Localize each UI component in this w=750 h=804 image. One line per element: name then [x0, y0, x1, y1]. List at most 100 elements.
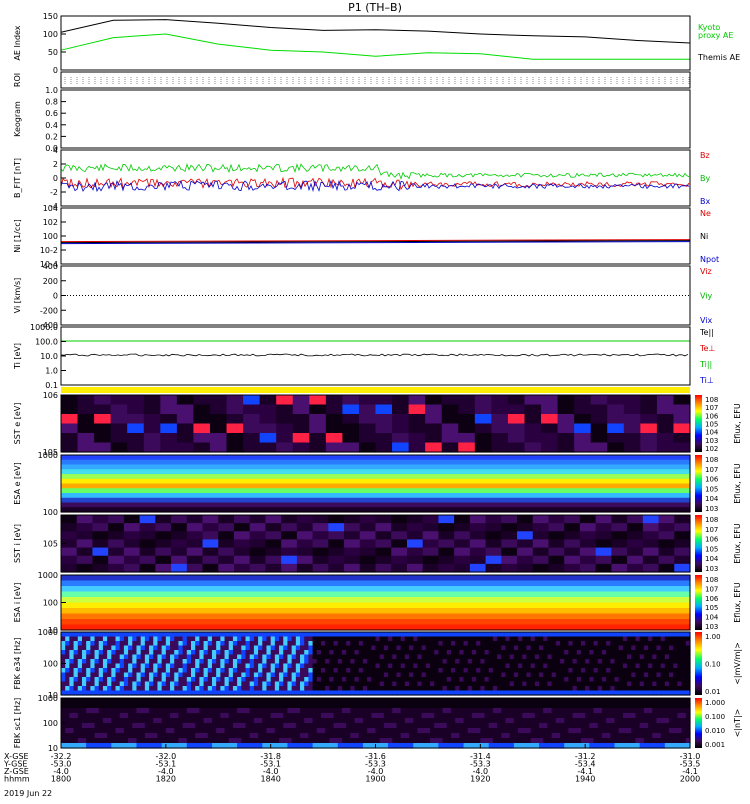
spectrogram-cell-fbk_e	[279, 659, 284, 665]
spectrogram-cell-fbk_b	[115, 718, 121, 724]
ti-te-line	[60, 353, 689, 357]
spectrogram-cell-fbk_b	[648, 713, 653, 719]
spectrogram-cell-fbk_e	[161, 654, 167, 660]
spectrogram-cell-fbk_e	[560, 641, 565, 647]
spectrogram-cell-sst_i	[595, 547, 612, 557]
spectrogram-cell-fbk_b	[241, 713, 247, 719]
spectrogram-cell-fbk_b	[425, 733, 431, 739]
spectrogram-cell-fbk_e	[81, 636, 87, 642]
spectrogram-cell-fbk_e	[564, 641, 569, 647]
spectrogram-cell-sst_e	[309, 404, 327, 415]
spectrogram-cell-fbk_e	[283, 672, 289, 678]
spectrogram-cell-sst_i	[642, 547, 660, 557]
spectrogram-cell-fbk_e	[551, 663, 557, 669]
spectrogram-cell-fbk_e	[228, 645, 234, 651]
spectrogram-cell-fbk_b	[178, 698, 184, 704]
spectrogram-cell-fbk_e	[430, 641, 435, 647]
spectrogram-cell-fbk_b	[568, 733, 574, 739]
spectrogram-cell-fbk_b	[61, 708, 66, 714]
spectrogram-cell-fbk_e	[325, 663, 330, 669]
spectrogram-cell-fbk_b	[144, 728, 150, 734]
spectrogram-cell-sst_i	[155, 531, 172, 541]
spectrogram-cell-fbk_e	[580, 663, 586, 669]
spectrogram-cell-fbk_e	[170, 659, 175, 665]
spectrogram-cell-fbk_b	[409, 738, 414, 744]
spectrogram-cell-fbk_e	[90, 654, 96, 660]
spectrogram-cell-fbk_b	[371, 698, 377, 704]
spectrogram-cell-sst_i	[469, 547, 487, 557]
spectrogram-cell-fbk_e	[111, 668, 117, 674]
spectrogram-cell-sst_i	[674, 523, 691, 532]
spectrogram-cell-fbk_e	[501, 645, 507, 651]
spectrogram-cell-fbk_e	[144, 681, 150, 687]
spectrogram-cell-fbk_e	[207, 659, 213, 665]
spectrogram-cell-sst_i	[406, 515, 424, 524]
spectrogram-cell-fbk_e	[597, 659, 603, 665]
spectrogram-cell-fbk_e	[568, 641, 574, 647]
spectrogram-cell-fbk_e	[287, 686, 293, 692]
y-axis-label-ni: Ni [1/cc]	[13, 219, 22, 253]
spectrogram-cell-fbk_e	[547, 668, 553, 674]
spectrogram-cell-fbk_e	[438, 641, 444, 647]
spectrogram-cell-fbk_e	[300, 663, 305, 669]
spectrogram-cell-fbk_e	[86, 641, 91, 647]
spectrogram-cell-fbk_b	[417, 728, 423, 734]
spectrogram-cell-fbk_e	[362, 681, 368, 687]
spectrogram-cell-fbk_e	[362, 668, 368, 674]
spectrogram-cell-fbk_b	[329, 708, 335, 714]
spectrogram-cell-fbk_b	[300, 713, 305, 719]
spectrogram-cell-fbk_e	[505, 686, 511, 692]
spectrogram-cell-fbk_e	[308, 636, 314, 642]
spectrogram-cell-fbk_e	[560, 681, 565, 687]
spectrogram-cell-fbk_e	[639, 632, 645, 638]
spectrogram-cell-fbk_b	[425, 738, 431, 744]
spectrogram-cell-sst_i	[328, 523, 345, 532]
spectrogram-cell-fbk_e	[547, 641, 553, 647]
spectrogram-cell-fbk_e	[182, 668, 188, 674]
spectrogram-cell-fbk_b	[341, 718, 347, 724]
spectrogram-cell-sst_i	[123, 547, 141, 557]
spectrogram-cell-fbk_b	[341, 698, 347, 704]
spectrogram-cell-sst_i	[627, 547, 644, 557]
spectrogram-cell-fbk_e	[669, 668, 674, 674]
spectrogram-cell-fbk_b	[392, 703, 398, 709]
spectrogram-cell-sst_e	[557, 433, 575, 444]
spectrogram-cell-sst_i	[61, 563, 78, 573]
spectrogram-cell-fbk_b	[224, 723, 230, 729]
spectrogram-cell-fbk_e	[551, 650, 557, 656]
spectrogram-cell-sst_i	[469, 539, 487, 549]
spectrogram-cell-sst_i	[454, 563, 471, 573]
spectrogram-cell-fbk_e	[203, 686, 209, 692]
spectrogram-cell-fbk_e	[610, 681, 616, 687]
spectrogram-cell-sst_e	[77, 423, 95, 434]
spectrogram-cell-fbk_e	[178, 668, 184, 674]
spectrogram-cell-fbk_e	[639, 650, 645, 656]
spectrogram-cell-fbk_e	[430, 663, 435, 669]
spectrogram-cell-fbk_e	[320, 677, 326, 683]
spectrogram-cell-fbk_e	[383, 654, 389, 660]
spectrogram-cell-fbk_e	[409, 632, 414, 638]
spectrogram-cell-fbk_b	[325, 713, 330, 719]
spectrogram-cell-fbk_b	[471, 733, 477, 739]
spectrogram-cell-sst_i	[108, 547, 125, 557]
spectrogram-cell-fbk_b	[320, 698, 326, 704]
spectrogram-cell-fbk_e	[404, 632, 410, 638]
spectrogram-cell-fbk_e	[308, 659, 314, 665]
spectrogram-cell-fbk_b	[614, 723, 620, 729]
spectrogram-cell-fbk_e	[274, 650, 280, 656]
spectrogram-cell-fbk_e	[249, 686, 255, 692]
spectrogram-cell-fbk_e	[375, 636, 381, 642]
spectrogram-cell-fbk_e	[312, 686, 318, 692]
spectrogram-cell-fbk_b	[648, 728, 653, 734]
spectrogram-cell-fbk_e	[224, 677, 230, 683]
spectrogram-cell-fbk_b	[77, 708, 83, 714]
spectrogram-cell-sst_i	[548, 531, 565, 541]
spectrogram-cell-fbk_b	[161, 703, 167, 709]
spectrogram-cell-fbk_b	[396, 718, 402, 724]
spectrogram-cell-fbk_b	[681, 738, 687, 744]
spectrogram-cell-sst_e	[574, 395, 592, 406]
spectrogram-cell-fbk_b	[94, 713, 100, 719]
spectrogram-cell-fbk_e	[144, 641, 150, 647]
spectrogram-cell-esa_e	[61, 474, 691, 480]
spectrogram-cell-fbk_e	[421, 645, 427, 651]
